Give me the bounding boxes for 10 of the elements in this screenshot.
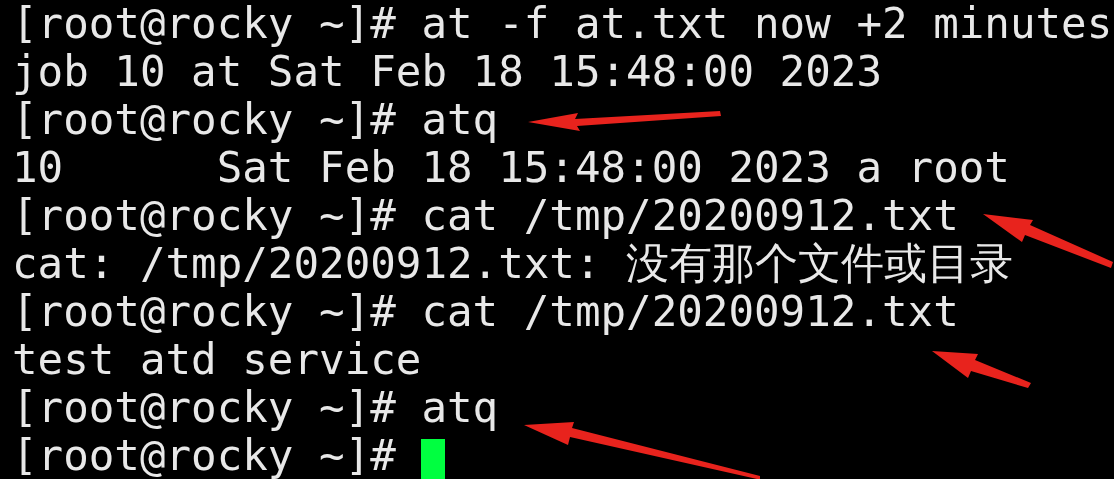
terminal-line: [root@rocky ~]# at -f at.txt now +2 minutes (12, 0, 1113, 48)
terminal-line: [root@rocky ~]# (12, 432, 397, 479)
terminal-line: 10 Sat Feb 18 15:48:00 2023 a root (12, 144, 1010, 192)
terminal-line: [root@rocky ~]# cat /tmp/20200912.txt (12, 192, 959, 240)
terminal-line: cat: /tmp/20200912.txt: 没有那个文件或目录 (12, 240, 1014, 288)
terminal-line: [root@rocky ~]# cat /tmp/20200912.txt (12, 288, 959, 336)
terminal-line: [root@rocky ~]# atq (12, 96, 499, 144)
terminal-line: test atd service (12, 336, 422, 384)
terminal-line: job 10 at Sat Feb 18 15:48:00 2023 (12, 48, 882, 96)
terminal-line: [root@rocky ~]# atq (12, 384, 499, 432)
